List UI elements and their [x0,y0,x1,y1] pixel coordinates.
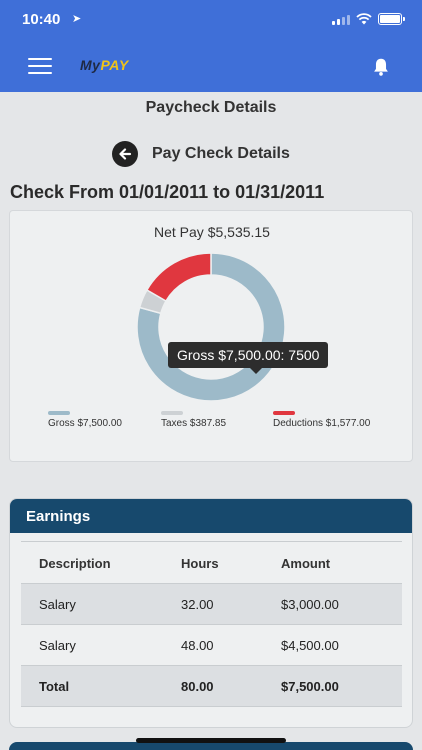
table-cell: Salary [39,637,76,653]
legend-swatch [48,411,70,415]
legend-swatch [161,411,183,415]
check-date-range: Check From 01/01/2011 to 01/31/2011 [10,182,325,202]
legend-label: Deductions $1,577.00 [273,418,371,429]
column-header: Hours [181,555,219,571]
legend-label: Gross $7,500.00 [48,418,122,429]
table-cell: $3,000.00 [281,596,339,612]
battery-icon [378,13,405,25]
app-bar: MyPAY [0,40,422,92]
legend-swatch [273,411,295,415]
column-header: Description [39,555,111,571]
menu-button[interactable] [28,58,52,74]
table-cell: 32.00 [181,596,214,612]
column-header: Amount [281,555,331,571]
chart-title: Net Pay $5,535.15 [154,224,270,240]
chart-card: Net Pay $5,535.15 Gross $7,500.00: 7500 … [9,210,413,462]
table-total-row: Total 80.00 $7,500.00 [21,666,402,707]
chart-tooltip: Gross $7,500.00: 7500 [168,342,329,374]
legend-item-taxes[interactable]: Taxes $387.85 [161,411,226,429]
arrow-left-icon [119,148,132,160]
bell-icon[interactable] [370,56,392,78]
table-cell: 48.00 [181,637,214,653]
page-title: Paycheck Details [145,99,277,116]
location-arrow-icon: ➤ [72,13,82,25]
table-row: Salary 32.00 $3,000.00 [21,584,402,625]
table-cell: Salary [39,596,76,612]
subheader-label: Pay Check Details [152,145,290,162]
earnings-card: Earnings Description Hours Amount Salary… [9,498,413,728]
table-cell: 80.00 [181,678,214,694]
earnings-table: Description Hours Amount Salary 32.00 $3… [21,543,402,707]
subheader: Pay Check Details [112,141,290,167]
table-cell: Total [39,678,70,694]
legend-label: Taxes $387.85 [161,418,227,429]
legend-item-gross[interactable]: Gross $7,500.00 [48,411,122,429]
table-row: Salary 48.00 $4,500.00 [21,625,402,666]
home-indicator[interactable] [136,738,286,743]
divider [21,541,402,542]
wifi-icon [356,13,372,25]
status-icons [332,13,405,25]
cellular-signal-icon [332,14,350,25]
table-cell: $4,500.00 [281,637,339,653]
next-section-header [9,742,413,750]
earnings-title: Earnings [10,499,412,533]
back-button[interactable] [112,141,138,167]
legend-item-deductions[interactable]: Deductions $1,577.00 [273,411,370,429]
table-header-row: Description Hours Amount [21,543,402,584]
status-bar: 10:40 ➤ [0,0,422,40]
donut-chart [136,252,286,402]
mypay-logo: MyPAY [80,57,129,73]
donut-slice-deductions[interactable] [145,252,212,303]
table-cell: $7,500.00 [281,678,339,694]
status-time: 10:40 [22,11,61,28]
